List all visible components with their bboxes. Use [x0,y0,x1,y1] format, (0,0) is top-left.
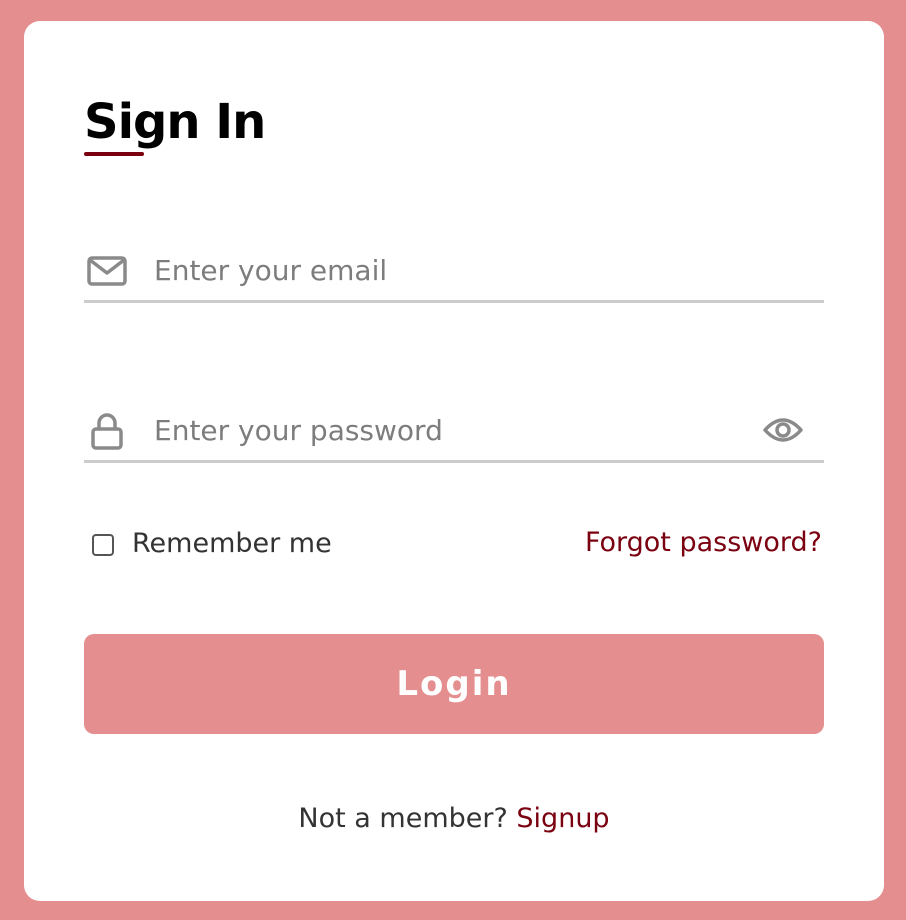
envelope-icon [86,253,128,289]
email-input[interactable] [154,248,754,292]
remember-me-label: Remember me [132,527,332,559]
remember-me-checkbox[interactable] [92,534,114,556]
password-input[interactable] [154,408,754,452]
signup-prompt: Not a member? [298,803,517,834]
password-field [84,400,824,463]
remember-me[interactable]: Remember me [92,523,332,563]
eye-icon[interactable] [762,412,804,448]
login-button[interactable]: Login [84,634,824,734]
lock-icon [86,413,128,450]
signup-row: Not a member? Signup [24,799,884,839]
forgot-password-link[interactable]: Forgot password? [585,523,822,563]
signin-card: Sign In Remember me Forgot p [24,21,884,901]
email-field [84,240,824,303]
signup-link[interactable]: Signup [516,803,609,834]
page-title: Sign In [84,94,266,150]
title-underline [84,152,144,156]
